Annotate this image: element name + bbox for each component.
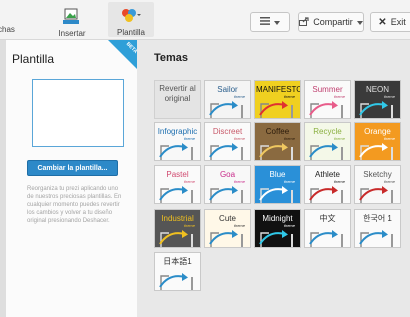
- theme-subtitle: theme: [183, 136, 195, 141]
- theme-name: Discreet: [212, 127, 243, 136]
- compartir-label: Compartir: [313, 17, 353, 27]
- theme-tile[interactable]: 日本語1: [154, 252, 201, 291]
- theme-subtitle: theme: [283, 179, 295, 184]
- theme-name: Orange: [364, 127, 391, 136]
- theme-subtitle: theme: [333, 136, 345, 141]
- beta-badge-label: BETA: [124, 41, 137, 55]
- theme-name: Pastel: [166, 170, 189, 179]
- theme-name: Coffee: [265, 127, 290, 136]
- theme-name: Goa: [219, 170, 236, 179]
- theme-name: MANIFESTO: [256, 85, 301, 94]
- theme-tile[interactable]: Summer theme: [304, 80, 351, 119]
- palette-icon: [119, 5, 143, 24]
- theme-tile[interactable]: Athlete theme: [304, 165, 351, 204]
- theme-tile[interactable]: NEON theme: [354, 80, 401, 119]
- theme-subtitle: theme: [283, 223, 295, 228]
- theme-subtitle: theme: [283, 94, 295, 99]
- theme-tile[interactable]: Orange theme: [354, 122, 401, 161]
- insert-image-icon: [62, 5, 82, 25]
- theme-subtitle: theme: [233, 94, 245, 99]
- chevron-down-icon: [274, 17, 280, 27]
- change-template-button[interactable]: Cambiar la plantilla...: [27, 160, 118, 176]
- insertar-button[interactable]: Insertar: [52, 5, 92, 38]
- theme-tile[interactable]: Sketchy theme: [354, 165, 401, 204]
- theme-tile[interactable]: Industrial theme: [154, 209, 201, 248]
- theme-name: Summer: [312, 85, 343, 94]
- theme-subtitle: theme: [233, 223, 245, 228]
- template-preview: [32, 79, 124, 147]
- toolbar: chas Insertar Plantilla Compartir ✕ Exit: [0, 0, 410, 40]
- theme-name: Industrial: [161, 214, 194, 223]
- theme-name: Blue: [269, 170, 286, 179]
- theme-name: Revertir al original: [159, 84, 196, 103]
- theme-name: Infographic: [157, 127, 198, 136]
- theme-name: Athlete: [315, 170, 340, 179]
- menu-icon: [260, 17, 270, 27]
- theme-tile[interactable]: Cute theme: [204, 209, 251, 248]
- theme-tile[interactable]: Recycle theme: [304, 122, 351, 161]
- share-icon: [299, 16, 309, 28]
- theme-name: 한국어 1: [363, 214, 392, 223]
- theme-name: Sailor: [217, 85, 238, 94]
- theme-tile[interactable]: 한국어 1: [354, 209, 401, 248]
- beta-badge: BETA: [108, 40, 137, 69]
- toolbar-fechas-label[interactable]: chas: [0, 25, 15, 34]
- theme-subtitle: theme: [183, 179, 195, 184]
- theme-tile[interactable]: Midnight theme: [254, 209, 301, 248]
- theme-name: NEON: [365, 85, 390, 94]
- theme-tile[interactable]: Pastel theme: [154, 165, 201, 204]
- compartir-button[interactable]: Compartir: [298, 12, 364, 32]
- theme-subtitle: theme: [333, 179, 345, 184]
- theme-tile[interactable]: MANIFESTO theme: [254, 80, 301, 119]
- theme-tile[interactable]: 中文: [304, 209, 351, 248]
- theme-name: Recycle: [313, 127, 342, 136]
- plantilla-button[interactable]: Plantilla: [108, 2, 154, 37]
- theme-subtitle: theme: [233, 136, 245, 141]
- insertar-label: Insertar: [58, 29, 86, 38]
- theme-name: Cute: [219, 214, 236, 223]
- chevron-down-icon: [356, 17, 363, 27]
- theme-name: 日本語1: [163, 257, 192, 266]
- theme-tile[interactable]: Coffee theme: [254, 122, 301, 161]
- theme-tile[interactable]: Infographic theme: [154, 122, 201, 161]
- theme-tile[interactable]: Goa theme: [204, 165, 251, 204]
- template-description: Reorganiza tu prezi aplicando uno de nue…: [27, 186, 122, 224]
- theme-tile[interactable]: Revertir al original: [154, 80, 201, 119]
- theme-tile[interactable]: Blue theme: [254, 165, 301, 204]
- theme-tile[interactable]: Discreet theme: [204, 122, 251, 161]
- theme-name: Midnight: [262, 214, 293, 223]
- theme-subtitle: theme: [383, 179, 395, 184]
- theme-subtitle: theme: [283, 136, 295, 141]
- plantilla-label: Plantilla: [116, 28, 145, 37]
- theme-name: 中文: [319, 214, 336, 223]
- themes-title: Temas: [154, 52, 189, 64]
- close-icon: ✕: [378, 16, 387, 28]
- menu-button[interactable]: [250, 12, 290, 32]
- themes-grid: Revertir al original Sailor theme MANIFESTO…: [154, 80, 406, 310]
- theme-subtitle: theme: [183, 223, 195, 228]
- sidebar-title: Plantilla: [12, 52, 55, 66]
- theme-tile[interactable]: Sailor theme: [204, 80, 251, 119]
- theme-name: Sketchy: [363, 170, 392, 179]
- exit-button[interactable]: ✕ Exit: [370, 12, 410, 32]
- theme-subtitle: theme: [233, 179, 245, 184]
- theme-subtitle: theme: [383, 136, 395, 141]
- exit-label: Exit: [390, 17, 406, 27]
- theme-subtitle: theme: [333, 94, 345, 99]
- theme-subtitle: theme: [383, 94, 395, 99]
